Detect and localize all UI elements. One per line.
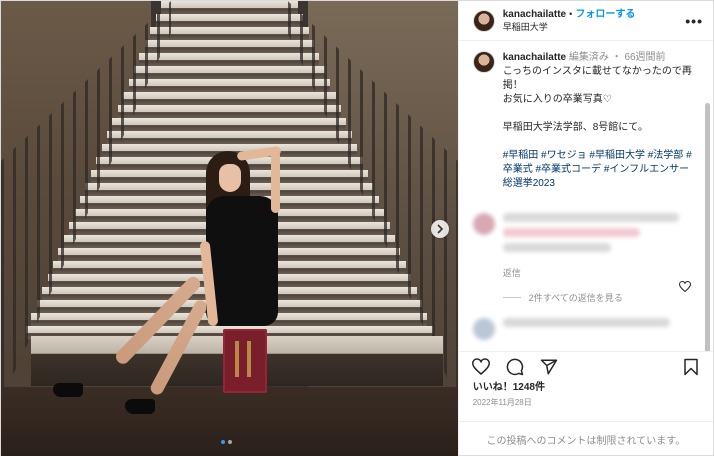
- bookmark-icon[interactable]: [681, 357, 701, 377]
- caption-time: 66週間前: [624, 52, 666, 63]
- carousel-dot: [221, 440, 225, 444]
- floor: [1, 387, 458, 456]
- comment-item: [472, 213, 699, 258]
- comment-icon[interactable]: [505, 357, 525, 377]
- caption: kanachailatte 編集済み ・ 66週間前 こっちのインスタに載せてな…: [472, 51, 699, 191]
- avatar[interactable]: [472, 51, 495, 73]
- comment-like-icon[interactable]: [678, 280, 692, 295]
- caption-hashtags[interactable]: #早稲田 #ワセジョ #早稲田大学 #法学部 #卒業式 #卒業式コーデ #インフ…: [503, 149, 699, 191]
- instagram-post-modal: kanachailatte • フォローする 早稲田大学 ••• kanacha…: [0, 0, 714, 456]
- figure-dress: [206, 196, 278, 326]
- separator: •: [569, 8, 573, 19]
- comments-scrollbar[interactable]: [705, 103, 710, 351]
- comments-section: kanachailatte 編集済み ・ 66週間前 こっちのインスタに載せてな…: [459, 41, 713, 351]
- post-side-panel: kanachailatte • フォローする 早稲田大学 ••• kanacha…: [457, 1, 713, 456]
- blurred-text: [502, 213, 680, 222]
- figure-face: [219, 164, 241, 192]
- blurred-comment: [502, 318, 699, 340]
- caption-edited: 編集済み: [568, 52, 609, 63]
- separator: ・: [611, 52, 622, 63]
- blurred-text: [502, 228, 641, 237]
- header-text: kanachailatte • フォローする 早稲田大学: [503, 8, 686, 34]
- caption-username[interactable]: kanachailatte: [503, 52, 566, 63]
- follow-button[interactable]: フォローする: [575, 9, 635, 20]
- avatar: [472, 318, 495, 340]
- share-icon[interactable]: [539, 357, 559, 377]
- blurred-text: [502, 318, 670, 327]
- post-date: 2022年11月28日: [472, 398, 532, 407]
- stair-step: [117, 105, 341, 118]
- stair-step: [128, 79, 331, 92]
- chevron-right-icon[interactable]: [431, 220, 449, 238]
- stair-step: [155, 14, 304, 27]
- caption-line: お気に入りの卒業写真♡: [502, 94, 612, 105]
- avatar[interactable]: [472, 9, 495, 32]
- post-header: kanachailatte • フォローする 早稲田大学 •••: [458, 1, 713, 41]
- comments-limited-notice: この投稿へのコメントは制限されています。: [458, 421, 713, 456]
- stair-step: [107, 131, 352, 144]
- stair-step: [144, 40, 314, 53]
- more-horizontal-icon[interactable]: •••: [685, 13, 703, 29]
- carousel-dots: [221, 440, 232, 444]
- location-link[interactable]: 早稲田大学: [503, 21, 686, 34]
- username-link[interactable]: kanachailatte: [503, 9, 566, 20]
- blurred-comment: [502, 213, 699, 258]
- caption-line: 早稲田大学法学部、8号館にて。: [502, 122, 648, 133]
- figure-arm: [271, 151, 280, 213]
- reply-link[interactable]: 返信: [503, 266, 699, 279]
- diploma-lettering: [235, 341, 239, 377]
- caption-line: こっちのインスタに載せてなかったので再掲！: [502, 66, 692, 91]
- heart-icon[interactable]: [471, 357, 491, 377]
- view-replies-label: 2件すべての返信を見る: [528, 293, 623, 303]
- action-bar: [458, 351, 713, 381]
- stair-step: [139, 53, 320, 66]
- view-replies-link[interactable]: 2件すべての返信を見る: [503, 291, 699, 304]
- diploma-folder: [223, 329, 267, 393]
- diploma-lettering: [247, 341, 251, 377]
- stair-step: [161, 1, 298, 14]
- stair-step: [150, 27, 309, 40]
- comment-item: [472, 318, 699, 340]
- caption-body: kanachailatte 編集済み ・ 66週間前 こっちのインスタに載せてな…: [503, 51, 699, 191]
- stair-step: [112, 118, 347, 131]
- stair-step: [134, 66, 325, 79]
- likes-count[interactable]: いいね！1248件: [459, 381, 713, 395]
- post-photo[interactable]: [1, 1, 458, 456]
- blurred-text: [502, 243, 611, 252]
- stair-step: [123, 92, 336, 105]
- figure-shoe: [125, 399, 155, 414]
- figure-shoe: [53, 383, 83, 397]
- carousel-dot: [228, 440, 232, 444]
- avatar: [472, 213, 495, 235]
